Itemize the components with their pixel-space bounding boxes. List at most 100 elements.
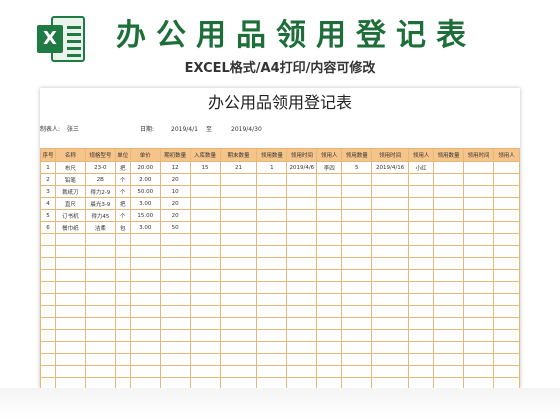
table-cell[interactable] [256,281,288,294]
table-cell[interactable] [433,353,464,366]
table-cell[interactable] [433,221,464,234]
table-cell[interactable] [341,209,373,222]
table-cell[interactable] [159,317,191,330]
table-cell[interactable] [54,317,86,330]
table-cell[interactable] [286,269,318,282]
table-cell[interactable] [341,305,373,318]
table-cell[interactable] [316,269,343,282]
table-cell[interactable]: 5 [40,209,56,222]
table-cell[interactable] [40,377,56,388]
table-cell[interactable] [189,209,221,222]
table-cell[interactable] [256,173,288,186]
table-cell[interactable] [40,257,56,270]
table-cell[interactable] [463,329,494,342]
table-cell[interactable]: 个 [114,209,131,222]
table-cell[interactable] [256,329,288,342]
table-cell[interactable] [408,293,435,306]
table-cell[interactable] [341,281,373,294]
table-cell[interactable] [40,293,56,306]
table-cell[interactable] [256,317,288,330]
table-cell[interactable]: 3 [40,185,56,198]
table-cell[interactable] [408,269,435,282]
table-cell[interactable]: 订书机 [54,209,86,222]
table-cell[interactable] [463,197,494,210]
table-cell[interactable]: 铅笔 [54,173,86,186]
table-cell[interactable] [492,197,520,210]
table-cell[interactable] [341,233,373,246]
table-cell[interactable] [54,281,86,294]
table-cell[interactable]: 20 [159,209,191,222]
table-cell[interactable] [286,281,318,294]
table-cell[interactable] [492,281,520,294]
table-cell[interactable] [189,233,221,246]
table-cell[interactable] [316,341,343,354]
table-cell[interactable] [408,353,435,366]
table-cell[interactable] [219,353,258,366]
table-cell[interactable] [114,233,131,246]
table-cell[interactable] [84,353,116,366]
table-cell[interactable] [286,293,318,306]
table-cell[interactable] [371,245,410,258]
table-cell[interactable] [114,317,131,330]
table-cell[interactable] [40,329,56,342]
table-cell[interactable] [129,365,161,378]
table-cell[interactable]: 20 [159,173,191,186]
table-cell[interactable] [286,353,318,366]
table-cell[interactable] [492,161,520,174]
table-cell[interactable]: 15.00 [129,209,161,222]
table-cell[interactable]: 李四 [316,161,343,174]
table-cell[interactable] [463,353,494,366]
table-cell[interactable] [256,269,288,282]
table-cell[interactable] [408,317,435,330]
table-cell[interactable] [129,269,161,282]
table-cell[interactable] [341,257,373,270]
table-cell[interactable] [189,185,221,198]
table-cell[interactable] [129,293,161,306]
table-cell[interactable] [316,173,343,186]
table-cell[interactable] [84,281,116,294]
table-cell[interactable] [219,197,258,210]
table-cell[interactable] [371,173,410,186]
table-cell[interactable] [54,245,86,258]
table-cell[interactable] [371,365,410,378]
table-cell[interactable] [492,317,520,330]
table-cell[interactable] [492,221,520,234]
table-cell[interactable] [54,353,86,366]
table-cell[interactable] [84,329,116,342]
table-cell[interactable] [84,245,116,258]
table-cell[interactable]: 50 [159,221,191,234]
table-cell[interactable] [286,197,318,210]
table-cell[interactable] [114,365,131,378]
table-cell[interactable] [286,185,318,198]
table-cell[interactable]: 洁柔 [84,221,116,234]
table-cell[interactable] [492,209,520,222]
table-cell[interactable] [189,245,221,258]
table-cell[interactable] [219,293,258,306]
table-cell[interactable] [408,197,435,210]
table-cell[interactable] [189,269,221,282]
table-cell[interactable] [341,173,373,186]
table-cell[interactable] [492,365,520,378]
table-cell[interactable] [219,209,258,222]
table-cell[interactable]: 1 [40,161,56,174]
table-cell[interactable] [408,257,435,270]
table-cell[interactable] [316,317,343,330]
table-cell[interactable] [219,329,258,342]
table-cell[interactable] [371,305,410,318]
table-cell[interactable] [54,305,86,318]
table-cell[interactable] [219,341,258,354]
table-cell[interactable] [54,257,86,270]
table-cell[interactable]: 10 [159,185,191,198]
table-cell[interactable] [219,377,258,388]
table-cell[interactable] [433,305,464,318]
table-cell[interactable] [433,257,464,270]
table-cell[interactable] [189,293,221,306]
table-cell[interactable] [408,185,435,198]
table-cell[interactable] [286,305,318,318]
table-cell[interactable] [463,365,494,378]
table-cell[interactable] [159,377,191,388]
table-cell[interactable] [114,257,131,270]
table-cell[interactable] [341,293,373,306]
table-cell[interactable] [189,305,221,318]
table-cell[interactable] [463,221,494,234]
